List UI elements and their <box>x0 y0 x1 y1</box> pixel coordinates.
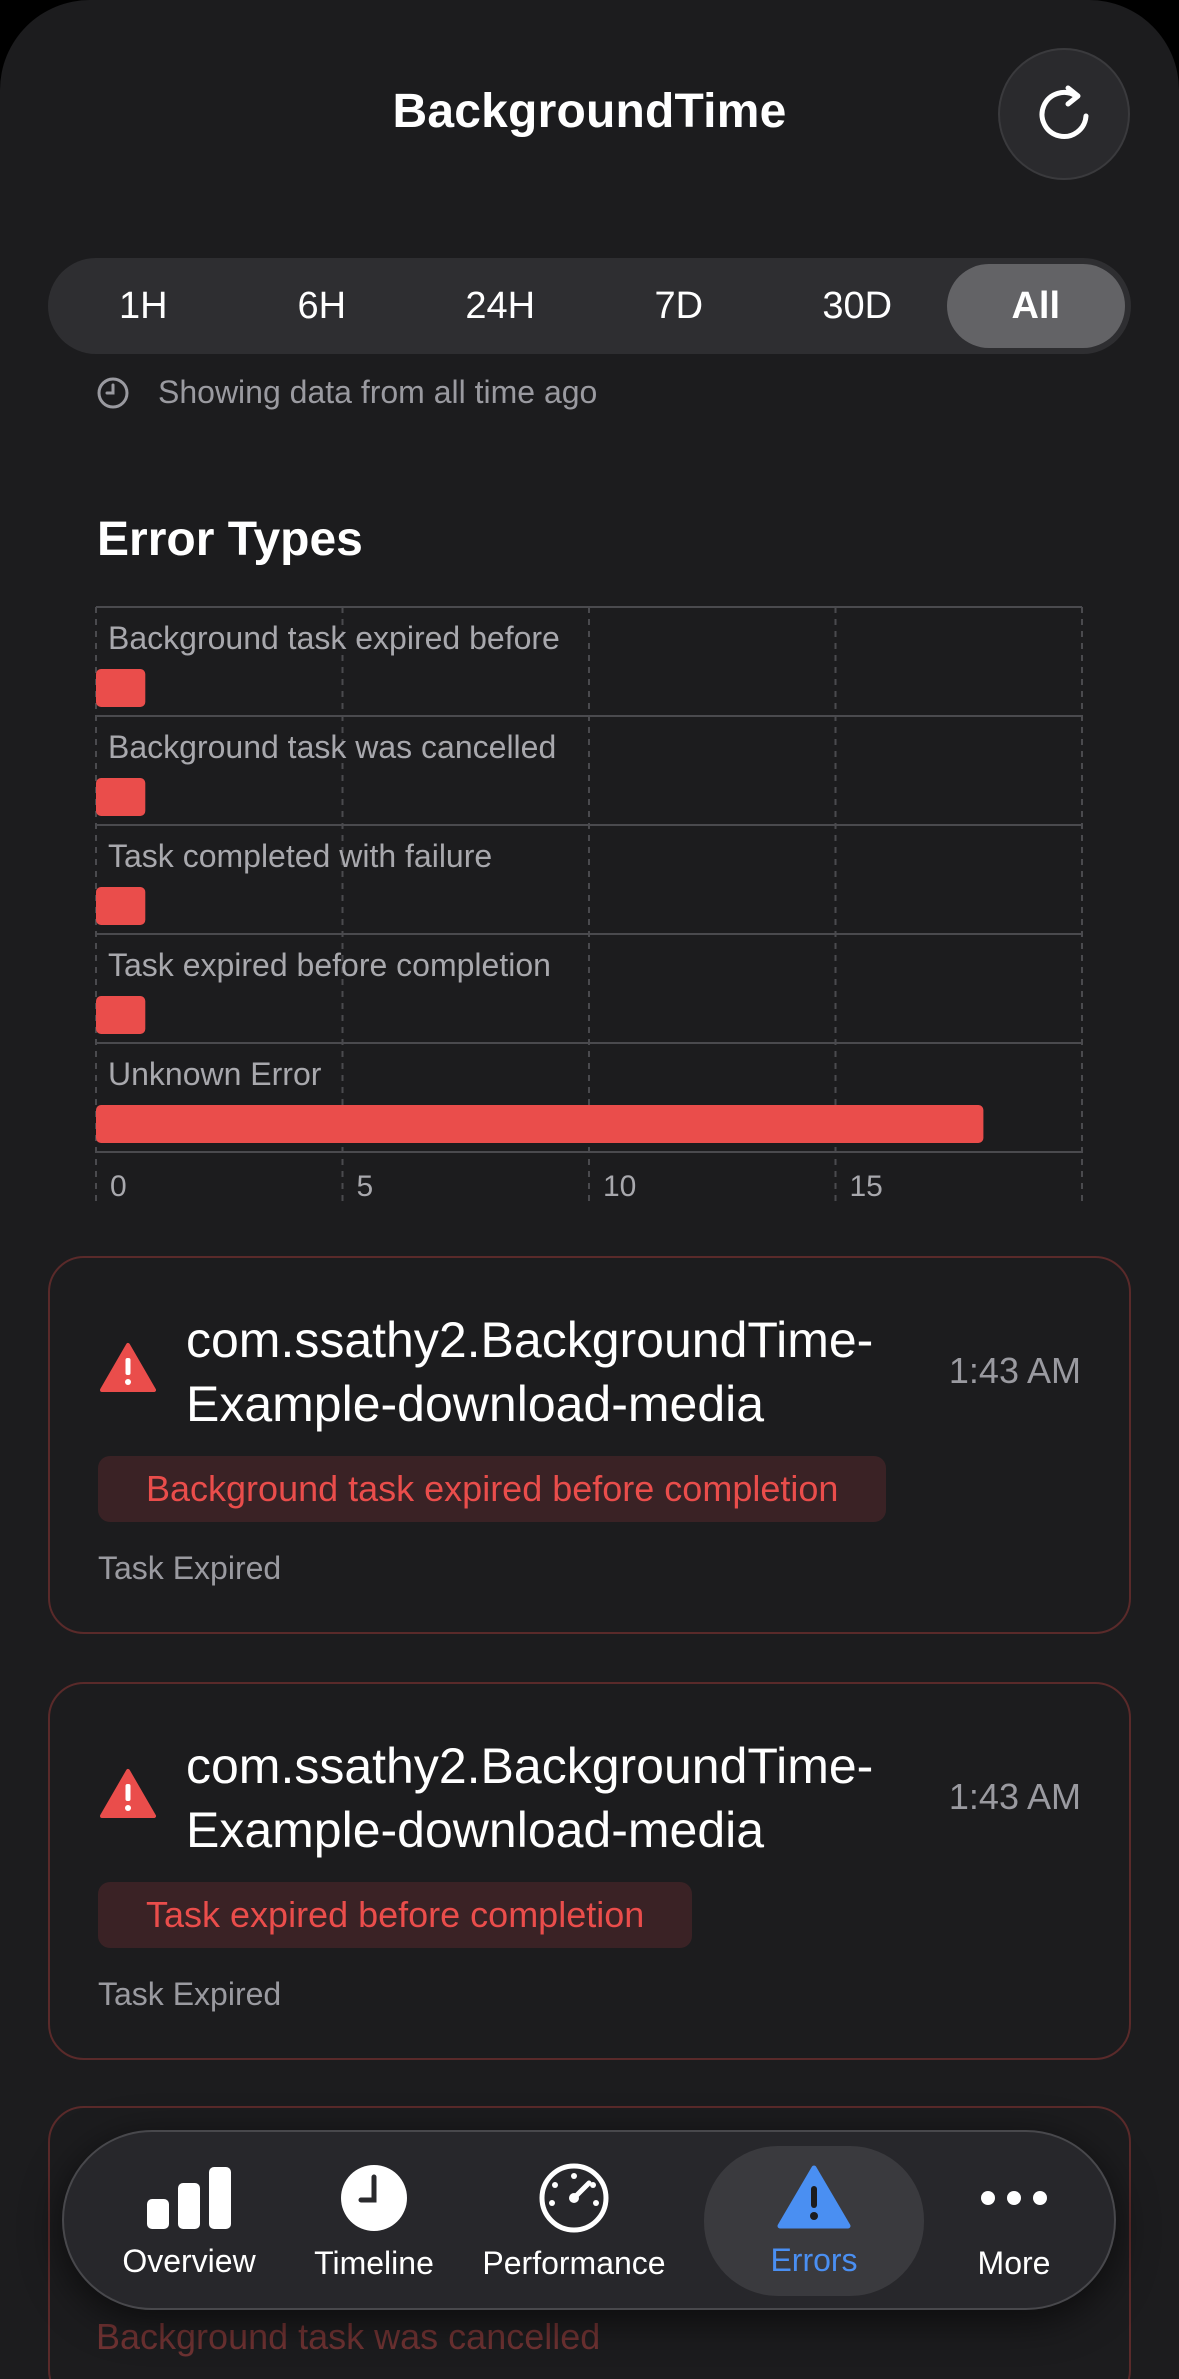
task-name: com.ssathy2.BackgroundTime- Example-down… <box>186 1308 946 1436</box>
error-time: 1:43 AM <box>948 1350 1081 1391</box>
bar-chart-icon <box>147 2166 231 2229</box>
tab-label: Overview <box>122 2242 256 2279</box>
task-name: com.ssathy2.BackgroundTime- Example-down… <box>186 1734 946 1862</box>
tab-errors[interactable]: Errors <box>704 2146 924 2296</box>
tick-label: 15 <box>850 1170 883 1203</box>
error-types-chart: Background task expired before Background… <box>95 606 1083 1203</box>
bar <box>96 1105 984 1143</box>
error-card[interactable]: com.ssathy2.BackgroundTime- Example-down… <box>48 1682 1131 2060</box>
clock-icon <box>341 2164 407 2231</box>
category-label: Unknown Error <box>108 1056 322 1092</box>
tab-bar: Overview Timeline Performance Errors Mor… <box>62 2130 1116 2310</box>
warning-icon <box>100 1343 156 1392</box>
error-message-badge: Background task was cancelled <box>96 2316 601 2357</box>
error-card[interactable]: com.ssathy2.BackgroundTime- Example-down… <box>48 1256 1131 1634</box>
app-screen: BackgroundTime 1H 6H 24H 7D 30D All Show… <box>0 0 1179 2379</box>
gauge-icon <box>539 2163 609 2232</box>
error-status: Task Expired <box>98 1550 282 1586</box>
task-name-line2: Example-download-media <box>186 1802 765 1858</box>
warning-icon <box>777 2165 851 2228</box>
tab-label: Errors <box>770 2241 858 2278</box>
bar <box>96 778 146 816</box>
task-name-line1: com.ssathy2.BackgroundTime- <box>186 1738 874 1794</box>
tick-label: 10 <box>603 1170 636 1203</box>
error-message-badge: Background task expired before completio… <box>98 1456 887 1522</box>
tick-label: 0 <box>110 1170 127 1203</box>
error-time: 1:43 AM <box>948 1776 1081 1817</box>
ellipsis-icon <box>981 2190 1047 2205</box>
bar <box>96 887 146 925</box>
category-label: Task completed with failure <box>108 838 492 874</box>
tab-timeline[interactable]: Timeline <box>294 2132 454 2312</box>
tab-overview[interactable]: Overview <box>104 2132 274 2312</box>
tab-performance[interactable]: Performance <box>474 2132 674 2312</box>
task-name-line2: Example-download-media <box>186 1376 765 1432</box>
category-label: Background task expired before <box>108 620 560 656</box>
tick-label: 5 <box>357 1170 374 1203</box>
tab-label: Timeline <box>314 2244 434 2281</box>
category-label: Background task was cancelled <box>108 729 556 765</box>
tab-label: Performance <box>482 2244 666 2281</box>
bar <box>96 669 146 707</box>
task-name-line1: com.ssathy2.BackgroundTime- <box>186 1312 874 1368</box>
category-label: Task expired before completion <box>108 947 551 983</box>
bar <box>96 996 146 1034</box>
error-message-badge: Task expired before completion <box>98 1882 693 1948</box>
warning-icon <box>100 1769 156 1818</box>
tab-label: More <box>977 2244 1051 2281</box>
tab-more[interactable]: More <box>944 2132 1084 2312</box>
error-status: Task Expired <box>98 1976 282 2012</box>
